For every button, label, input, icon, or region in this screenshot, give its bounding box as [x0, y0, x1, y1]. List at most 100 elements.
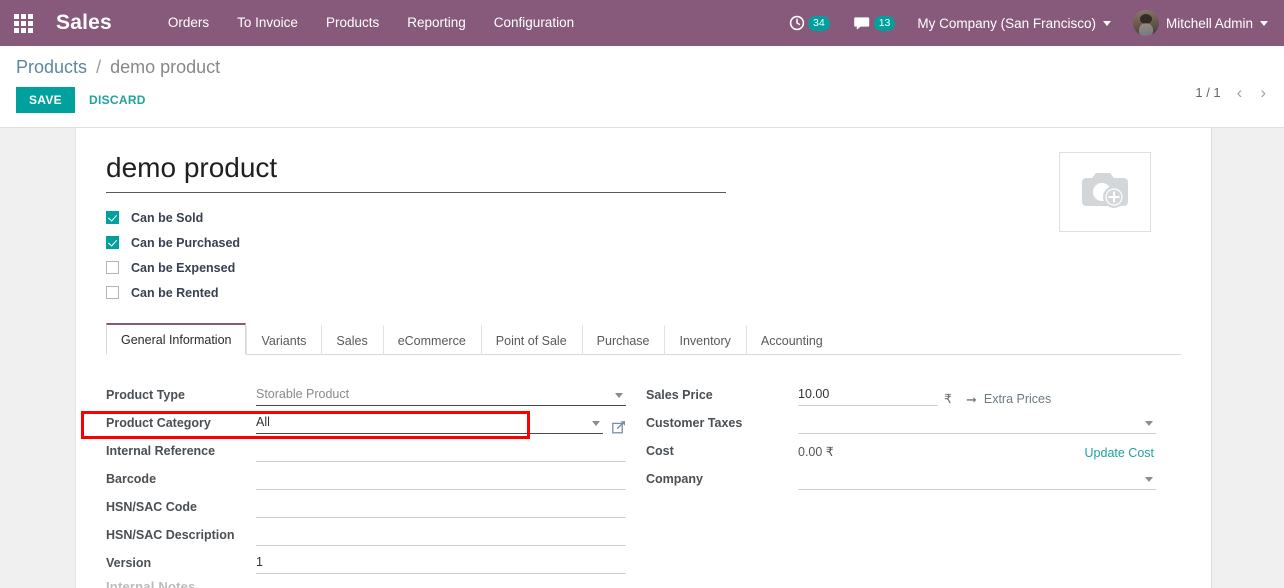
currency-symbol-sales-price: ₹: [944, 391, 952, 406]
input-hsn-sac-code[interactable]: [256, 496, 626, 518]
checkbox-row-can-be-rented: Can be Rented: [106, 280, 746, 305]
update-cost-link[interactable]: Update Cost: [1085, 446, 1154, 460]
field-customer-taxes: Customer Taxes: [646, 409, 1156, 434]
label-product-type: Product Type: [106, 384, 256, 406]
chevron-down-icon: [615, 393, 623, 398]
internal-notes-section-label: Internal Notes: [106, 579, 195, 588]
discard-button[interactable]: DISCARD: [87, 87, 148, 113]
form-column-left: Product Type Storable Product Product Ca…: [106, 381, 626, 577]
camera-plus-icon: [1076, 166, 1134, 219]
avatar: [1133, 10, 1159, 36]
checkbox-label-can-be-sold[interactable]: Can be Sold: [131, 211, 203, 225]
menu-item-to-invoice[interactable]: To Invoice: [223, 0, 312, 46]
menu-item-reporting[interactable]: Reporting: [393, 0, 480, 46]
chevron-left-icon[interactable]: ‹: [1235, 84, 1245, 101]
breadcrumb-separator: /: [96, 57, 101, 77]
checkbox-label-can-be-purchased[interactable]: Can be Purchased: [131, 236, 240, 250]
tab-point-of-sale[interactable]: Point of Sale: [481, 325, 582, 355]
field-hsn-sac-description: HSN/SAC Description: [106, 521, 626, 546]
user-menu[interactable]: Mitchell Admin: [1121, 10, 1276, 36]
value-product-category: All: [256, 415, 270, 429]
sheet-header: demo product Can be Sold Can be Purchase…: [106, 150, 1181, 305]
label-company: Company: [646, 468, 798, 490]
form-column-right: Sales Price 10.00 ₹ ➞ Extra Prices Custo…: [646, 381, 1156, 577]
menu-item-configuration[interactable]: Configuration: [480, 0, 588, 46]
field-product-type: Product Type Storable Product: [106, 381, 626, 406]
checkbox-row-can-be-purchased: Can be Purchased: [106, 230, 746, 255]
label-cost: Cost: [646, 440, 798, 462]
input-barcode[interactable]: [256, 468, 626, 490]
activities-button[interactable]: 34: [777, 0, 842, 46]
main-menu: Orders To Invoice Products Reporting Con…: [154, 0, 588, 46]
value-cost[interactable]: 0.00 ₹: [798, 444, 834, 459]
user-name: Mitchell Admin: [1166, 16, 1253, 31]
field-version: Version 1: [106, 549, 626, 574]
label-hsn-sac-description: HSN/SAC Description: [106, 524, 256, 546]
field-internal-reference: Internal Reference: [106, 437, 626, 462]
checkbox-can-be-sold[interactable]: [106, 211, 119, 224]
checkbox-can-be-purchased[interactable]: [106, 236, 119, 249]
company-switcher[interactable]: My Company (San Francisco): [907, 16, 1121, 31]
checkbox-row-can-be-expensed: Can be Expensed: [106, 255, 746, 280]
navbar-right-tools: 34 13 My Company (San Francisco) Mitchel…: [777, 0, 1276, 46]
product-image-upload[interactable]: [1059, 152, 1151, 232]
tab-sales[interactable]: Sales: [321, 325, 382, 355]
field-sales-price: Sales Price 10.00 ₹ ➞ Extra Prices: [646, 381, 1156, 406]
extra-prices-link[interactable]: Extra Prices: [984, 392, 1051, 406]
chevron-down-icon: [1145, 477, 1153, 482]
input-sales-price[interactable]: 10.00: [798, 384, 938, 406]
field-barcode: Barcode: [106, 465, 626, 490]
apps-menu-button[interactable]: [0, 0, 46, 46]
field-company: Company: [646, 465, 1156, 490]
tab-inventory[interactable]: Inventory: [664, 325, 745, 355]
control-panel: Products / demo product SAVE DISCARD 1 /…: [0, 46, 1284, 128]
label-customer-taxes: Customer Taxes: [646, 412, 798, 434]
label-barcode: Barcode: [106, 468, 256, 490]
checkbox-label-can-be-expensed[interactable]: Can be Expensed: [131, 261, 235, 275]
chevron-down-icon: [592, 421, 600, 426]
tab-accounting[interactable]: Accounting: [746, 325, 838, 355]
messages-button[interactable]: 13: [842, 0, 908, 46]
field-product-category: Product Category All: [106, 409, 626, 434]
tab-general-information[interactable]: General Information: [106, 323, 246, 355]
save-button[interactable]: SAVE: [16, 87, 75, 113]
record-pager: 1 / 1 ‹ ›: [1195, 84, 1268, 101]
extra-prices-action[interactable]: ➞ Extra Prices: [966, 392, 1051, 406]
chat-bubble-icon: [854, 16, 871, 31]
input-version[interactable]: 1: [256, 552, 626, 574]
input-internal-reference[interactable]: [256, 440, 626, 462]
menu-item-orders[interactable]: Orders: [154, 0, 223, 46]
input-company[interactable]: [798, 468, 1156, 490]
input-customer-taxes[interactable]: [798, 412, 1156, 434]
messages-count-badge: 13: [874, 16, 896, 31]
checkbox-can-be-rented[interactable]: [106, 286, 119, 299]
input-product-category[interactable]: All: [256, 412, 603, 434]
label-sales-price: Sales Price: [646, 384, 798, 406]
cost-value-row: 0.00 ₹ Update Cost: [798, 440, 1156, 462]
chevron-right-icon[interactable]: ›: [1258, 84, 1268, 101]
tab-purchase[interactable]: Purchase: [582, 325, 665, 355]
page-title[interactable]: demo product: [106, 150, 726, 193]
label-product-category: Product Category: [106, 412, 256, 434]
tab-variants[interactable]: Variants: [246, 325, 321, 355]
value-version: 1: [256, 555, 263, 569]
chevron-down-icon: [1145, 421, 1153, 426]
value-product-type: Storable Product: [256, 387, 349, 401]
app-brand-sales[interactable]: Sales: [56, 11, 112, 35]
checkbox-label-can-be-rented[interactable]: Can be Rented: [131, 286, 219, 300]
input-hsn-sac-description[interactable]: [256, 524, 626, 546]
tab-ecommerce[interactable]: eCommerce: [383, 325, 481, 355]
breadcrumb-current: demo product: [110, 57, 220, 77]
pager-value: 1 / 1: [1195, 85, 1220, 100]
label-version: Version: [106, 552, 256, 574]
apps-grid-icon: [14, 14, 33, 33]
top-navbar: Sales Orders To Invoice Products Reporti…: [0, 0, 1284, 46]
breadcrumb-products[interactable]: Products: [16, 57, 87, 77]
field-cost: Cost 0.00 ₹ Update Cost: [646, 437, 1156, 462]
arrow-right-icon: ➞: [966, 393, 977, 406]
external-link-icon[interactable]: [612, 420, 626, 434]
checkbox-can-be-expensed[interactable]: [106, 261, 119, 274]
value-sales-price: 10.00: [798, 387, 829, 401]
menu-item-products[interactable]: Products: [312, 0, 393, 46]
input-product-type[interactable]: Storable Product: [256, 384, 626, 406]
